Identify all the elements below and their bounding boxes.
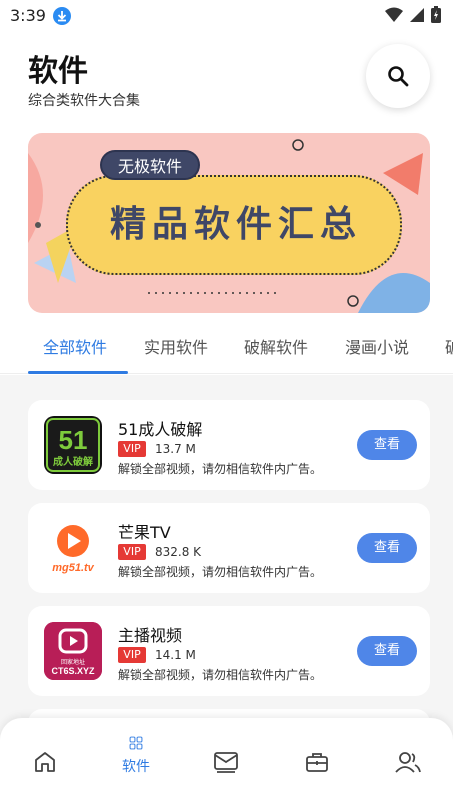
vip-badge: VIP [118,647,146,663]
users-icon [395,752,421,773]
list-item[interactable]: 回家地址 CT6S.XYZ 主播视频 VIP 14.1 M 解锁全部视频，请勿相… [28,606,430,696]
app-description: 解锁全部视频，请勿相信软件内广告。 [118,565,323,579]
app-51-icon: 51 成人破解 [44,416,102,474]
app-size: 832.8 K [155,545,202,559]
search-icon [388,66,409,87]
download-icon [53,7,71,25]
tab-utility-software[interactable]: 实用软件 [144,334,208,358]
mango-tv-icon: mg51.tv [44,519,102,577]
signal-icon [410,7,424,22]
app-description: 解锁全部视频，请勿相信软件内广告。 [118,462,323,476]
app-size: 13.7 M [155,442,196,456]
live-icon-domain-text: CT6S.XYZ [51,666,95,676]
vip-badge: VIP [118,441,146,457]
tab-overflow[interactable]: 破 [445,334,453,358]
system-icons [385,6,441,23]
app-51-icon-subtext: 成人破解 [53,455,93,468]
list-item[interactable]: 51 成人破解 51成人破解 VIP 13.7 M 解锁全部视频，请勿相信软件内… [28,400,430,490]
list-item[interactable]: mg51.tv 芒果TV VIP 832.8 K 解锁全部视频，请勿相信软件内广… [28,503,430,593]
page-title: 软件 [28,54,88,89]
app-name: 51成人破解 [118,420,203,439]
nav-messages[interactable] [206,750,246,790]
bottom-navigation: 软件 [0,718,453,805]
live-video-icon: 回家地址 CT6S.XYZ [44,622,102,680]
live-icon-small-text: 回家地址 [61,658,85,666]
view-button[interactable]: 查看 [357,430,417,460]
view-button[interactable]: 查看 [357,636,417,666]
tab-all-software[interactable]: 全部软件 [43,334,107,358]
grid-icon [129,736,143,750]
app-size: 14.1 M [155,648,196,662]
category-tabs: 全部软件 实用软件 破解软件 漫画小说 破 [0,322,453,374]
nav-toolbox[interactable] [297,750,337,790]
promo-banner[interactable]: 无极软件 精品软件汇总 [28,133,430,313]
toolbox-icon [306,753,328,772]
status-time: 3:39 [10,6,46,25]
app-name: 主播视频 [118,626,183,645]
vip-badge: VIP [118,544,146,560]
mail-icon [214,752,238,773]
mango-icon-text: mg51.tv [52,562,94,574]
nav-software[interactable]: 软件 [116,736,156,776]
app-51-icon-text: 51 [59,425,88,455]
tab-comics-novels[interactable]: 漫画小说 [345,334,409,358]
app-name: 芒果TV [118,523,171,542]
nav-home[interactable] [25,750,65,790]
nav-software-label: 软件 [122,759,150,775]
banner-title: 精品软件汇总 [109,204,362,245]
app-description: 解锁全部视频，请勿相信软件内广告。 [118,668,323,682]
view-button[interactable]: 查看 [357,533,417,563]
page-subtitle: 综合类软件大合集 [28,93,140,109]
status-bar: 3:39 [0,0,453,32]
nav-profile[interactable] [388,750,428,790]
banner-tag: 无极软件 [100,150,201,180]
wifi-icon [385,7,403,22]
home-icon [35,752,55,772]
search-button[interactable] [366,44,430,108]
tab-cracked-software[interactable]: 破解软件 [244,334,308,358]
battery-icon [431,6,441,23]
tab-indicator [28,371,128,374]
